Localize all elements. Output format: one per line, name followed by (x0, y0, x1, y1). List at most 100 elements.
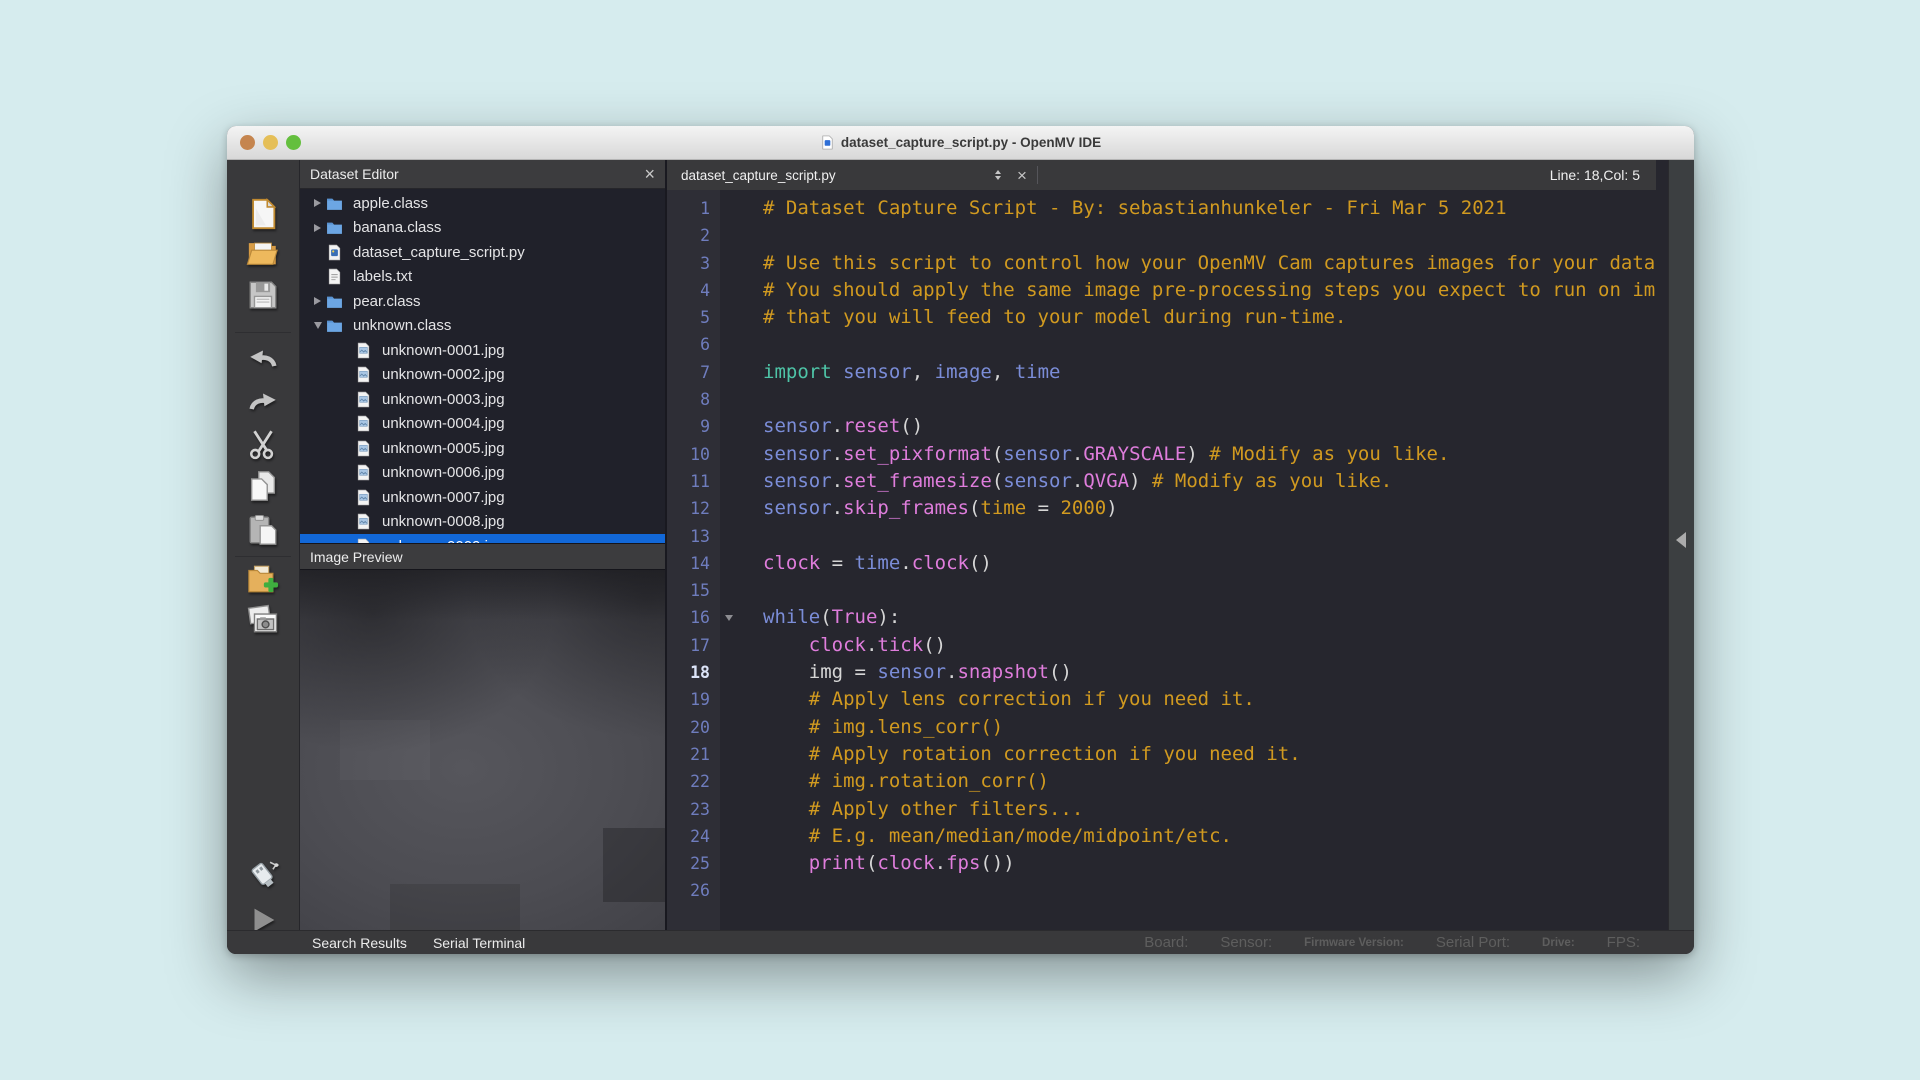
code-line-15: 15 (667, 577, 1668, 604)
code-line-12: 12sensor.skip_frames(time = 2000) (667, 495, 1668, 522)
tree-item-unknown-0008.jpg[interactable]: unknown-0008.jpg (300, 510, 665, 535)
code-text: sensor.set_pixformat(sensor.GRAYSCALE) #… (720, 441, 1449, 468)
line-number: 22 (667, 768, 720, 795)
tree-item-label: unknown-0002.jpg (382, 366, 505, 383)
code-line-13: 13 (667, 523, 1668, 550)
tree-item-unknown-0009.jpg[interactable]: unknown-0009.jpg (300, 534, 665, 543)
imgfile-icon (355, 465, 374, 481)
line-number: 8 (667, 386, 720, 413)
code-line-19: 19 # Apply lens correction if you need i… (667, 686, 1668, 713)
chevron-right-icon[interactable] (309, 297, 326, 305)
toolbar (227, 160, 300, 930)
right-panel-handle[interactable] (1668, 160, 1694, 930)
code-line-4: 4# You should apply the same image pre-p… (667, 277, 1668, 304)
copy-icon (246, 469, 280, 506)
new-class-folder-button[interactable] (243, 561, 283, 599)
code-text: # Apply rotation correction if you need … (720, 741, 1301, 768)
tab-switcher-icon[interactable] (995, 170, 1001, 180)
save-file-button[interactable] (243, 277, 283, 315)
copy-button[interactable] (243, 468, 283, 506)
preview-shade (603, 828, 665, 902)
new-file-button[interactable] (243, 196, 283, 234)
code-line-5: 5# that you will feed to your model duri… (667, 304, 1668, 331)
tree-item-unknown-0001.jpg[interactable]: unknown-0001.jpg (300, 338, 665, 363)
open-file-button[interactable] (243, 235, 283, 273)
status-fields: Board:Sensor:Firmware Version:Serial Por… (1144, 934, 1694, 951)
code-line-25: 25 print(clock.fps()) (667, 850, 1668, 877)
dataset-editor-header: Dataset Editor × (300, 160, 665, 189)
code-line-7: 7import sensor, image, time (667, 359, 1668, 386)
code-text: # img.rotation_corr() (720, 768, 1049, 795)
tree-item-apple.class[interactable]: apple.class (300, 191, 665, 216)
minimize-window-button[interactable] (263, 135, 278, 150)
title-bar: dataset_capture_script.py - OpenMV IDE (227, 126, 1694, 160)
chevron-right-icon[interactable] (309, 224, 326, 232)
tree-item-unknown-0004.jpg[interactable]: unknown-0004.jpg (300, 412, 665, 437)
paste-button[interactable] (243, 512, 283, 550)
capture-data-button[interactable] (243, 601, 283, 639)
tab-label: dataset_capture_script.py (681, 168, 985, 183)
toolbar-separator (235, 332, 291, 333)
chevron-down-icon[interactable] (309, 322, 326, 329)
new-file-icon (246, 197, 280, 234)
line-number: 2 (667, 222, 720, 249)
tree-item-unknown-0006.jpg[interactable]: unknown-0006.jpg (300, 461, 665, 486)
tree-item-dataset_capture_script.py[interactable]: dataset_capture_script.py (300, 240, 665, 265)
code-text: import sensor, image, time (720, 359, 1060, 386)
window-title: dataset_capture_script.py - OpenMV IDE (227, 135, 1694, 150)
tab-close-icon[interactable]: × (1011, 167, 1033, 184)
tab-dataset-capture-script[interactable]: dataset_capture_script.py (667, 160, 985, 190)
tree-item-banana.class[interactable]: banana.class (300, 216, 665, 241)
cut-button[interactable] (243, 426, 283, 464)
txtfile-icon (326, 269, 345, 285)
fold-marker-icon[interactable] (725, 615, 733, 621)
tree-item-labels.txt[interactable]: labels.txt (300, 265, 665, 290)
close-window-button[interactable] (240, 135, 255, 150)
line-number: 3 (667, 250, 720, 277)
tab-search-results[interactable]: Search Results (312, 935, 407, 951)
code-text: print(clock.fps()) (720, 850, 1015, 877)
code-line-14: 14clock = time.clock() (667, 550, 1668, 577)
undo-button[interactable] (243, 341, 283, 379)
code-text: # img.lens_corr() (720, 714, 1003, 741)
code-line-23: 23 # Apply other filters... (667, 796, 1668, 823)
connect-button[interactable] (243, 857, 283, 895)
chevron-right-icon[interactable] (309, 199, 326, 207)
code-text (720, 386, 763, 413)
code-line-21: 21 # Apply rotation correction if you ne… (667, 741, 1668, 768)
code-text: sensor.set_framesize(sensor.QVGA) # Modi… (720, 468, 1392, 495)
tree-item-unknown-0002.jpg[interactable]: unknown-0002.jpg (300, 363, 665, 388)
code-line-2: 2 (667, 222, 1668, 249)
tree-item-pear.class[interactable]: pear.class (300, 289, 665, 314)
redo-button[interactable] (243, 384, 283, 422)
tree-item-unknown.class[interactable]: unknown.class (300, 314, 665, 339)
tab-serial-terminal[interactable]: Serial Terminal (433, 935, 525, 951)
line-number: 18 (667, 659, 720, 686)
preview-shade (340, 720, 430, 780)
code-line-16: 16while(True): (667, 604, 1668, 631)
tree-item-label: unknown-0006.jpg (382, 464, 505, 481)
tree-item-unknown-0005.jpg[interactable]: unknown-0005.jpg (300, 436, 665, 461)
imgfile-icon (355, 440, 374, 456)
line-number: 9 (667, 413, 720, 440)
code-text: sensor.skip_frames(time = 2000) (720, 495, 1118, 522)
zoom-window-button[interactable] (286, 135, 301, 150)
close-icon[interactable]: × (642, 165, 657, 183)
code-editor[interactable]: 1# Dataset Capture Script - By: sebastia… (667, 190, 1668, 930)
tree-item-label: banana.class (353, 219, 441, 236)
editor-tab-bar: dataset_capture_script.py × Line: 18,Col… (667, 160, 1668, 190)
imgfile-icon (355, 489, 374, 505)
tree-item-unknown-0007.jpg[interactable]: unknown-0007.jpg (300, 485, 665, 510)
dataset-editor-title: Dataset Editor (310, 166, 642, 182)
folder-icon (326, 293, 345, 309)
imgfile-icon (355, 342, 374, 358)
status-label-drive: Drive: (1542, 937, 1575, 949)
code-text: clock = time.clock() (720, 550, 992, 577)
tree-item-unknown-0003.jpg[interactable]: unknown-0003.jpg (300, 387, 665, 412)
folder-icon (326, 195, 345, 211)
code-line-8: 8 (667, 386, 1668, 413)
code-line-22: 22 # img.rotation_corr() (667, 768, 1668, 795)
tree-item-label: dataset_capture_script.py (353, 244, 525, 261)
status-label-board: Board: (1144, 934, 1188, 951)
code-line-6: 6 (667, 331, 1668, 358)
